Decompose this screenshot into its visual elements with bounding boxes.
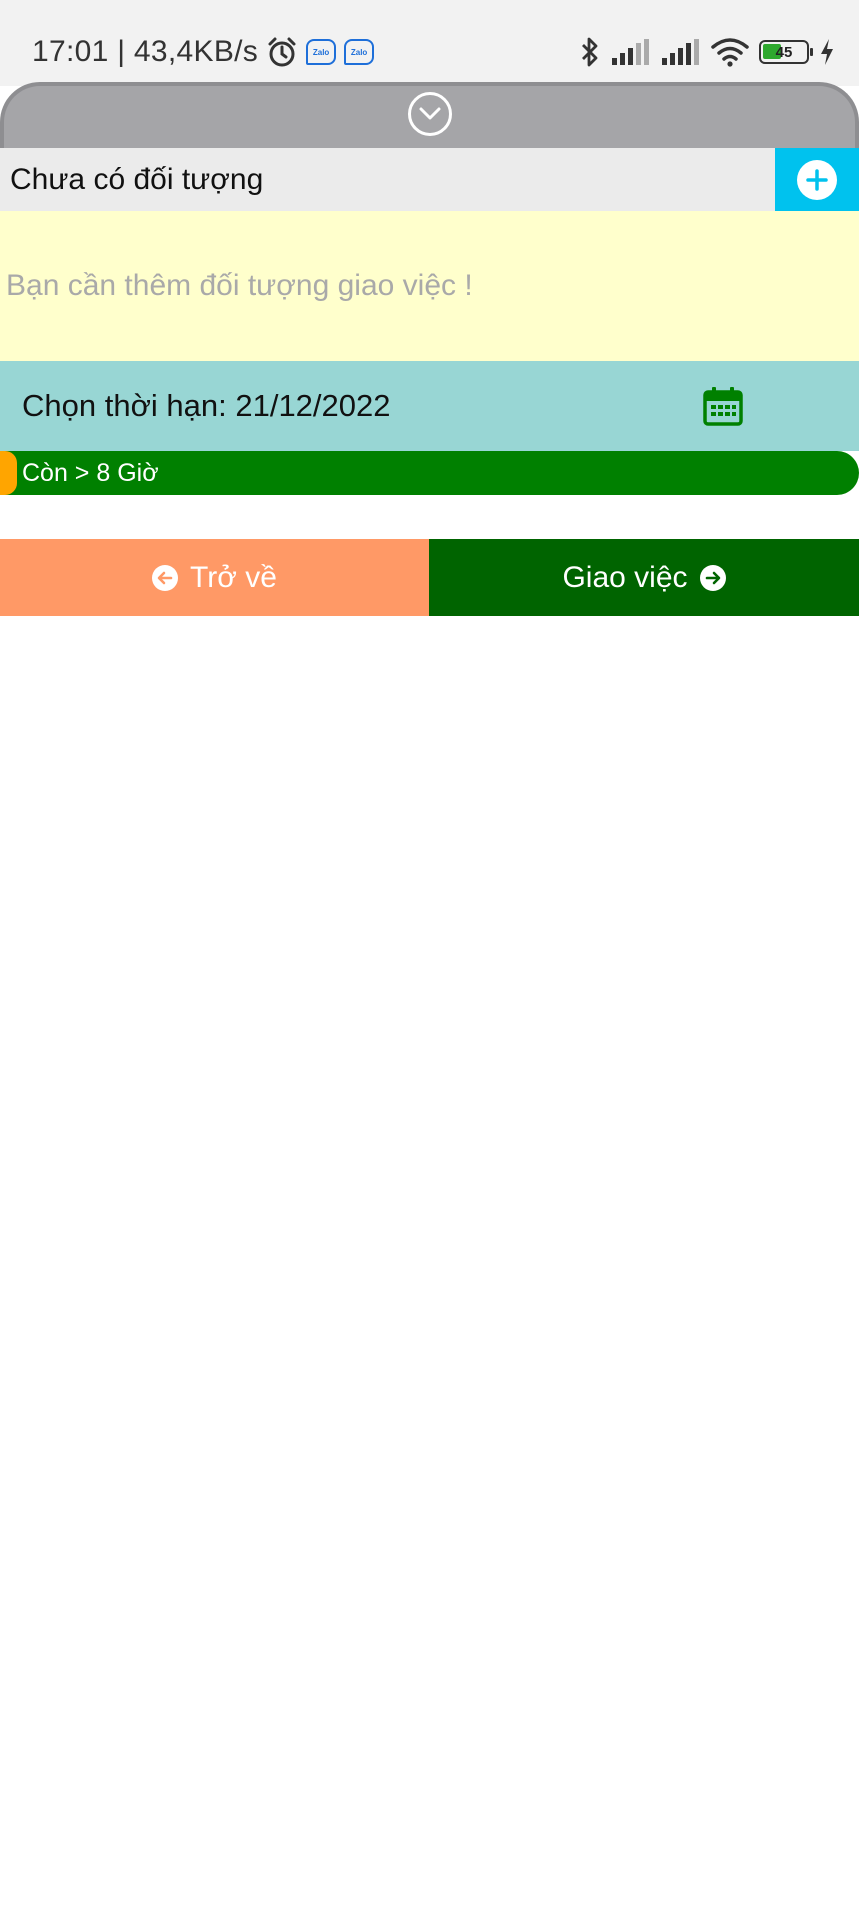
- info-message-text: Bạn cần thêm đối tượng giao việc !: [6, 269, 473, 302]
- add-target-button[interactable]: [775, 148, 859, 211]
- bluetooth-icon: [579, 36, 601, 68]
- target-label: Chưa có đối tượng: [10, 163, 264, 196]
- status-left: 17:01 | 43,4KB/s Zalo Zalo: [32, 30, 375, 74]
- zalo-icon-label: Zalo: [312, 47, 330, 57]
- zalo-icon: Zalo: [344, 39, 375, 65]
- assign-task-button[interactable]: Giao việc: [429, 539, 859, 616]
- status-time-speed: 17:01 | 43,4KB/s: [32, 35, 259, 68]
- target-row: Chưa có đối tượng: [0, 148, 859, 211]
- time-remaining-fill: [0, 451, 18, 495]
- back-button[interactable]: Trở về: [0, 539, 429, 616]
- charging-icon: [819, 38, 835, 66]
- chevron-down-icon: [418, 106, 442, 122]
- plus-icon: [797, 159, 837, 200]
- zalo-icon-label: Zalo: [350, 47, 368, 57]
- time-remaining-label: Còn > 8 Giờ: [22, 459, 159, 487]
- battery-level: 45: [775, 43, 793, 61]
- info-message: Bạn cần thêm đối tượng giao việc !: [0, 211, 859, 361]
- battery-icon: 45: [759, 40, 813, 64]
- status-bar: 17:01 | 43,4KB/s Zalo Zalo 45: [0, 0, 859, 86]
- signal-icon: [611, 38, 651, 66]
- collapse-button[interactable]: [408, 92, 452, 136]
- assign-task-button-label: Giao việc: [562, 560, 688, 594]
- alarm-icon: [266, 36, 298, 68]
- deadline-label: Chọn thời hạn: 21/12/2022: [22, 388, 391, 423]
- arrow-left-icon: [152, 564, 179, 591]
- wifi-icon: [711, 37, 749, 67]
- signal-icon: [661, 38, 701, 66]
- back-button-label: Trở về: [190, 560, 277, 594]
- status-right: 45: [579, 30, 835, 74]
- time-remaining-bar: Còn > 8 Giờ: [0, 451, 859, 495]
- zalo-icon: Zalo: [306, 39, 337, 65]
- calendar-icon[interactable]: [703, 386, 743, 426]
- arrow-right-icon: [699, 564, 726, 591]
